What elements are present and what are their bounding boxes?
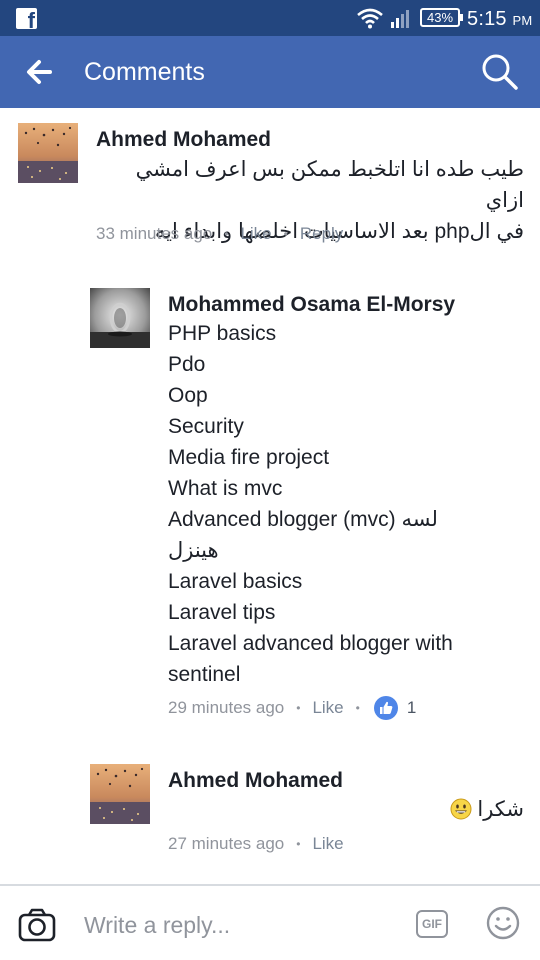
- comment-line: شكرا: [477, 798, 524, 821]
- signal-icon: [391, 10, 409, 28]
- comment-timestamp: 33 minutes ago: [96, 224, 213, 243]
- comment-meta: 33 minutes ago • Like • Reply: [96, 224, 343, 244]
- comment-line: What is mvc: [168, 477, 283, 500]
- comment-text: PHP basics Pdo Oop Security Media fire p…: [168, 318, 528, 690]
- arrow-left-icon[interactable]: [20, 54, 60, 90]
- avatar[interactable]: [90, 288, 150, 348]
- comment-line: PHP basics: [168, 322, 277, 345]
- clock: 5:15 PM: [467, 8, 533, 30]
- reaction-count[interactable]: 1: [407, 698, 416, 718]
- reply-comment: Ahmed Mohamed شكرا 27 minutes ago • Like: [0, 756, 540, 866]
- comment-line: Advanced blogger (mvc) لسه: [168, 508, 438, 531]
- avatar[interactable]: [90, 764, 150, 824]
- comment-line: Laravel tips: [168, 601, 276, 624]
- separator-dot: •: [224, 227, 229, 241]
- reply-button[interactable]: Reply: [300, 224, 343, 244]
- app-header: Comments: [0, 36, 540, 108]
- comment-line: Security: [168, 415, 244, 438]
- comment-line: sentinel: [168, 663, 241, 686]
- like-button[interactable]: Like: [312, 834, 343, 854]
- separator-dot: •: [283, 227, 288, 241]
- wifi-icon: [357, 8, 383, 29]
- separator-dot: •: [296, 837, 301, 851]
- smiley-icon[interactable]: [486, 906, 520, 940]
- avatar[interactable]: [18, 123, 78, 183]
- search-icon[interactable]: [480, 52, 520, 92]
- comment-timestamp: 29 minutes ago: [168, 698, 285, 717]
- grinning-face-icon: [450, 798, 472, 820]
- comment-text: شكرا: [168, 794, 524, 825]
- camera-icon[interactable]: [18, 908, 56, 942]
- comment-timestamp: 27 minutes ago: [168, 834, 285, 853]
- comment-meta: 29 minutes ago • Like • 1: [168, 696, 416, 720]
- reply-input[interactable]: [84, 908, 384, 942]
- comment-line: Media fire project: [168, 446, 330, 469]
- thumbs-up-icon[interactable]: [373, 696, 398, 720]
- comment-author[interactable]: Mohammed Osama El-Morsy: [168, 293, 455, 317]
- comment-author[interactable]: Ahmed Mohamed: [168, 769, 343, 793]
- reply-comment: Mohammed Osama El-Morsy PHP basics Pdo O…: [0, 280, 540, 730]
- comment-line: هينزل: [168, 539, 219, 562]
- comment-line: Oop: [168, 384, 208, 407]
- comment: Ahmed Mohamed طيب طده انا اتلخبط ممكن بس…: [0, 108, 540, 268]
- like-button[interactable]: Like: [312, 698, 343, 718]
- status-bar: f 43% 5:15 PM: [0, 0, 540, 36]
- separator-dot: •: [355, 701, 360, 715]
- comment-author[interactable]: Ahmed Mohamed: [96, 128, 271, 152]
- gif-icon[interactable]: GIF: [416, 910, 448, 938]
- like-button[interactable]: Like: [240, 224, 271, 244]
- comment-line: Pdo: [168, 353, 206, 376]
- reply-composer: GIF: [0, 884, 540, 960]
- page-title: Comments: [84, 58, 205, 86]
- facebook-app-icon: f: [16, 8, 37, 32]
- comment-line: Laravel advanced blogger with: [168, 632, 453, 655]
- battery-indicator: 43%: [420, 8, 463, 27]
- comment-line: طيب طده انا اتلخبط ممكن بس اعرف امشي ازا…: [135, 158, 524, 212]
- separator-dot: •: [296, 701, 301, 715]
- comment-meta: 27 minutes ago • Like: [168, 834, 344, 854]
- comment-line: Laravel basics: [168, 570, 303, 593]
